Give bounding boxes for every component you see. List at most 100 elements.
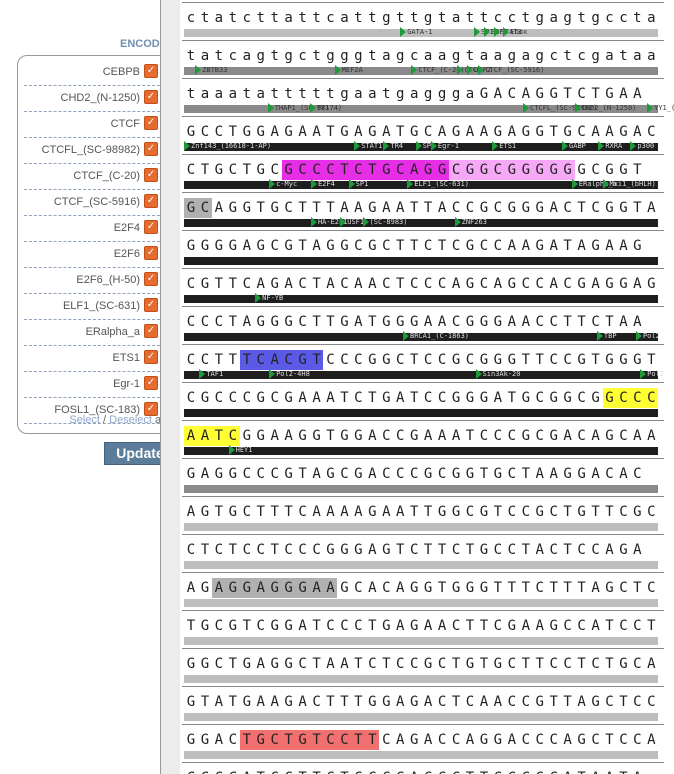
select-all-link[interactable]: Select	[69, 414, 100, 426]
row-separator	[182, 610, 664, 611]
factor-checkbox[interactable]: ✓	[144, 90, 158, 104]
factor-checkbox[interactable]: ✓	[144, 194, 158, 208]
binding-site-track[interactable]	[184, 561, 658, 569]
binding-site-track[interactable]: THAP1_(SC-98174) YY1 CTCFL_(SC-98982) CHD2_…	[184, 103, 674, 113]
factor-row[interactable]: E2F4 ✓	[24, 216, 160, 242]
binding-site-track[interactable]: HA-E2F1 USF1 (SC-8983) ZNF263	[184, 217, 658, 227]
factor-checkbox[interactable]: ✓	[144, 142, 158, 156]
binding-site-label[interactable]: Mxi1_(bHLH)	[602, 179, 656, 189]
binding-site-label[interactable]: Egr-1	[430, 141, 459, 151]
binding-site-track[interactable]: ZBTB33 MEF2A CTCF_(C-20) CTCF USF2 CTCF_(SC-5…	[184, 65, 658, 75]
base: G	[633, 238, 642, 254]
binding-site-label[interactable]: YY1_(SC-281)	[647, 103, 674, 113]
binding-site-name: Ebox	[510, 28, 528, 36]
binding-site-track[interactable]	[184, 713, 658, 721]
binding-site-label[interactable]: MEF2A	[334, 65, 363, 75]
binding-site-label[interactable]: Znf143_(16618-1-AP)	[184, 141, 271, 151]
binding-site-label[interactable]: Ebox	[503, 27, 527, 37]
binding-site-track[interactable]: GATA-1 SPI1 E2F1 STAT3 Ebox	[184, 27, 658, 37]
site-start-icon	[474, 27, 481, 37]
binding-site-track[interactable]	[184, 637, 658, 645]
binding-site-name: TAF1	[206, 370, 224, 378]
factor-label: CTCFL_(SC-98982)	[41, 144, 140, 156]
binding-site-label[interactable]: ZNF263	[454, 217, 487, 227]
base: A	[647, 732, 656, 748]
factor-row[interactable]: E2F6_(H-50) ✓	[24, 268, 160, 294]
factor-checkbox[interactable]: ✓	[144, 246, 158, 260]
binding-site-track[interactable]	[184, 409, 658, 417]
binding-site-label[interactable]: TAF1	[199, 369, 223, 379]
factor-row[interactable]: E2F6 ✓	[24, 242, 160, 268]
site-start-icon	[454, 217, 461, 227]
binding-site-label[interactable]: THAP1_(SC-98174)	[267, 103, 342, 113]
factor-checkbox[interactable]: ✓	[144, 376, 158, 390]
factor-checkbox[interactable]: ✓	[144, 350, 158, 364]
factor-checkbox[interactable]: ✓	[144, 116, 158, 130]
factor-checkbox[interactable]: ✓	[144, 298, 158, 312]
factor-checkbox[interactable]: ✓	[144, 64, 158, 78]
site-start-icon	[199, 369, 206, 379]
binding-site-track[interactable]: TAF1 Pol2-4H8 Sin3Ak-20 Pol2	[184, 369, 664, 379]
binding-site-track[interactable]	[184, 485, 658, 493]
deselect-all-link[interactable]: Deselect	[109, 414, 152, 426]
factor-row[interactable]: CTCF ✓	[24, 112, 160, 138]
row-separator	[182, 572, 664, 573]
sequence-viewer: c t a t c t t a t t c a t t g t t g t a t t c c t g a g t g c c t a GATA-1…	[180, 0, 674, 774]
binding-site-track[interactable]: NF-YB	[184, 293, 658, 303]
factor-row[interactable]: CTCF_(C-20) ✓	[24, 164, 160, 190]
binding-site-track[interactable]	[184, 523, 658, 531]
binding-site-label[interactable]: ZBTB33	[195, 65, 227, 75]
factor-row[interactable]: CTCFL_(SC-98982) ✓	[24, 138, 160, 164]
binding-site-label[interactable]: RXRA	[598, 141, 622, 151]
factor-checkbox[interactable]: ✓	[144, 168, 158, 182]
binding-site-label[interactable]: HEY1	[228, 445, 252, 455]
binding-site-label[interactable]: ETS1	[492, 141, 516, 151]
base: C	[647, 504, 656, 520]
binding-site-track[interactable]: c-Myc E2F4 SP1 ELF1_(SC-631) ERalpha_a Mxi1_(…	[184, 179, 658, 189]
row-separator	[182, 534, 664, 535]
factor-row[interactable]: CHD2_(N-1250) ✓	[24, 86, 160, 112]
binding-site-label[interactable]: E2F4	[310, 179, 335, 189]
binding-site-track[interactable]: BRCA1_(C-1863) TBP Pol2	[184, 331, 660, 341]
panel-divider[interactable]	[160, 0, 180, 774]
binding-site-label[interactable]: TR4	[383, 141, 403, 151]
factor-checkbox[interactable]: ✓	[144, 324, 158, 338]
binding-site-label[interactable]: c-Myc	[269, 179, 297, 189]
factor-label: CEBPB	[102, 66, 140, 78]
base: T	[647, 352, 656, 368]
factor-row[interactable]: CTCF_(SC-5916) ✓	[24, 190, 160, 216]
factor-row[interactable]: ELF1_(SC-631) ✓	[24, 294, 160, 320]
binding-site-label[interactable]: SP1	[348, 179, 368, 189]
binding-site-label[interactable]: GABP	[562, 141, 586, 151]
binding-site-label[interactable]: ELF1_(SC-631)	[407, 179, 469, 189]
factor-row[interactable]: CEBPB ✓	[24, 60, 160, 86]
binding-site-label[interactable]: NF-YB	[255, 293, 283, 303]
factor-row[interactable]: ETS1 ✓	[24, 346, 160, 372]
factor-checkbox[interactable]: ✓	[144, 220, 158, 234]
factor-row[interactable]: Egr-1 ✓	[24, 372, 160, 398]
binding-site-track[interactable]	[184, 751, 658, 759]
binding-site-label[interactable]: TBP	[596, 331, 617, 341]
binding-site-label[interactable]: CHD2_(N-1250)	[574, 103, 636, 113]
binding-site-track[interactable]: Znf143_(16618-1-AP) STAT1 TR4 SP1 Egr-1 ETS1 G…	[184, 141, 658, 151]
binding-site-track[interactable]: HEY1	[184, 445, 658, 455]
binding-site-label[interactable]: YY1	[309, 103, 329, 113]
binding-site-name: Egr-1	[437, 142, 459, 150]
binding-site-label[interactable]: Pol2	[640, 369, 664, 379]
binding-site-label[interactable]: STAT1	[354, 141, 382, 151]
binding-site-track[interactable]	[184, 257, 658, 265]
factor-checkbox[interactable]: ✓	[144, 272, 158, 286]
binding-site-label[interactable]: USF1	[340, 217, 364, 227]
binding-site-label[interactable]: CTCF_(SC-5916)	[478, 65, 544, 75]
binding-site-label[interactable]: p300	[630, 141, 654, 151]
binding-site-label[interactable]: Sin3Ak-20	[475, 369, 520, 379]
binding-site-label[interactable]: Pol2	[635, 331, 660, 341]
binding-site-track[interactable]	[184, 675, 658, 683]
binding-site-track[interactable]	[184, 599, 658, 607]
binding-site-label[interactable]: GATA-1	[400, 27, 433, 37]
binding-site-label[interactable]: Pol2-4H8	[269, 369, 310, 379]
binding-site-label[interactable]: (SC-8983)	[362, 217, 407, 227]
factor-row[interactable]: ERalpha_a ✓	[24, 320, 160, 346]
site-start-icon	[602, 179, 609, 189]
binding-site-label[interactable]: BRCA1_(C-1863)	[403, 331, 469, 341]
